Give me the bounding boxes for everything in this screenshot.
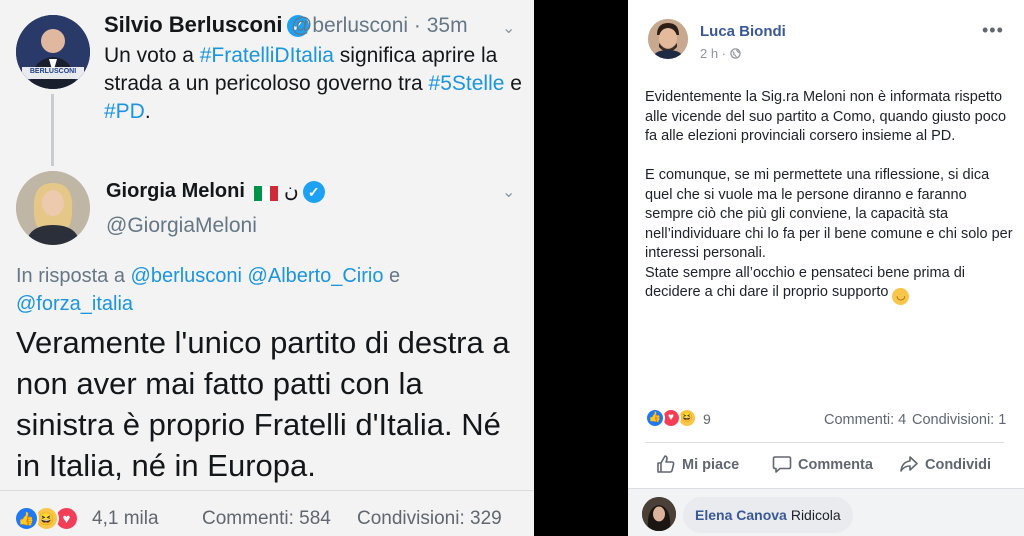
post-paragraph-text: E comunque, se mi permettete una rifless… [645, 167, 1013, 261]
comments-section: Elena Canova Ridicola [628, 489, 1024, 536]
meloni-avatar[interactable] [16, 171, 90, 245]
chevron-down-icon[interactable]: ⌄ [502, 182, 515, 202]
reactions-bar: 👍 😆 ♥ 4,1 mila Commenti: 584 Condivision… [14, 505, 524, 533]
divider [645, 442, 1004, 443]
reaction-count[interactable]: 4,1 mila [92, 508, 159, 530]
tweet-text: Un voto a #FratelliDItalia significa apr… [104, 42, 524, 126]
post-paragraph-text: State sempre all’occhio e pensateci bene… [645, 264, 965, 301]
author-name: Giorgia Meloni [106, 180, 245, 202]
shares-count[interactable]: Condivisioni: 1 [912, 412, 1006, 428]
thread-connector [51, 94, 54, 166]
berlusconi-name-row[interactable]: Silvio Berlusconi ✓ [104, 12, 309, 38]
tweet-text-part: e [504, 72, 522, 95]
comments-count[interactable]: Commenti: 4 [824, 412, 906, 428]
mention-link[interactable]: @berlusconi [131, 265, 242, 287]
meloni-name-row[interactable]: Giorgia Meloni ن ✓ [106, 178, 325, 203]
author-name[interactable]: Luca Biondi [700, 23, 786, 40]
avatar-caption: BERLUSCONI [29, 68, 77, 75]
like-reaction-icon: 👍 [645, 408, 665, 428]
reaction-icons[interactable]: 👍 ♥ 😆 [645, 408, 735, 430]
tweet-text: Veramente l'unico partito di destra a no… [16, 325, 510, 483]
comment-text: Ridicola [790, 507, 841, 523]
chevron-down-icon[interactable]: ⌄ [502, 18, 515, 38]
hashtag-link[interactable]: #FratelliDItalia [200, 44, 334, 67]
hashtag-link[interactable]: #5Stelle [429, 72, 505, 95]
tweet-text-part: Un voto a [104, 44, 200, 67]
berlusconi-avatar[interactable]: BERLUSCONI [16, 15, 90, 89]
reply-context: In risposta a @berlusconi @Alberto_Cirio… [16, 262, 516, 318]
post-text: Evidentemente la Sig.ra Meloni non è inf… [645, 88, 1015, 305]
shares-count[interactable]: Condivisioni: 329 [357, 508, 502, 530]
thumbs-up-icon [657, 455, 675, 473]
share-label: Condividi [925, 457, 992, 473]
italy-flag-icon [254, 184, 279, 202]
facebook-post-panel: Luca Biondi 2 h · ••• Evidentemente la S… [628, 0, 1024, 536]
mention-link[interactable]: @forza_italia [16, 293, 133, 315]
divider [0, 490, 534, 491]
post-timestamp[interactable]: 2 h · [700, 46, 741, 61]
post-paragraph: E comunque, se mi permettete una rifless… [645, 166, 1015, 305]
reaction-count[interactable]: 9 [703, 411, 711, 427]
post-time: 2 h · [700, 46, 727, 61]
author-handle: @GiorgiaMeloni [106, 214, 257, 237]
commenter-name[interactable]: Elena Canova [695, 507, 787, 523]
name-suffix: ن [284, 180, 299, 202]
post-paragraph: Evidentemente la Sig.ra Meloni non è inf… [645, 89, 1007, 144]
verified-badge-icon: ✓ [302, 180, 325, 203]
more-options-icon[interactable]: ••• [982, 20, 1004, 41]
speech-bubble-icon [772, 456, 792, 473]
author-handle: @berlusconi [291, 14, 409, 37]
twitter-screenshot-panel: BERLUSCONI Silvio Berlusconi ✓ @berluscon… [0, 0, 534, 536]
like-label: Mi piace [682, 457, 740, 473]
berlusconi-handle-row: @berlusconi · 35m [291, 14, 468, 38]
share-arrow-icon [900, 456, 918, 472]
comments-count[interactable]: Commenti: 584 [202, 508, 331, 530]
mention-link[interactable]: @Alberto_Cirio [248, 265, 384, 287]
comment-label: Commenta [798, 457, 873, 473]
reply-connector: e [383, 265, 401, 287]
tweet-text-part: . [144, 100, 151, 123]
comment-bubble[interactable]: Elena Canova Ridicola [683, 497, 853, 533]
hashtag-link[interactable]: #PD [104, 100, 145, 123]
reply-prefix: In risposta a [16, 265, 131, 287]
tweet-time: · 35m [413, 14, 468, 37]
author-name: Silvio Berlusconi [104, 12, 283, 37]
globe-icon [729, 47, 741, 59]
commenter-avatar[interactable] [642, 497, 676, 531]
author-avatar[interactable] [648, 19, 688, 59]
like-reaction-icon: 👍 [14, 506, 39, 531]
reaction-icons[interactable]: 👍 😆 ♥ [14, 506, 94, 532]
smiley-emoji-icon: ◡ [892, 288, 910, 305]
